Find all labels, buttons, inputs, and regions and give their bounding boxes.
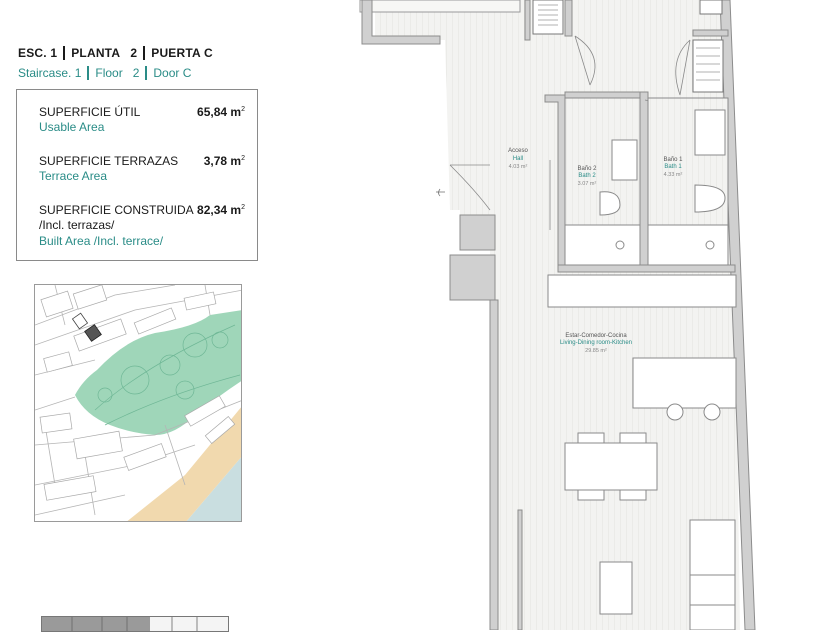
hall-label-en: Hall: [513, 156, 523, 162]
built-area-label-en: Built Area /Incl. terrace/: [39, 234, 164, 248]
bath-2-room: [564, 97, 641, 266]
floor-label-en: Floor 2: [95, 66, 140, 80]
door-label-es: PUERTA C: [151, 46, 213, 60]
staircase-label-en: Staircase. 1: [18, 66, 82, 80]
unit-header-en: Staircase. 1 Floor 2 Door C: [18, 66, 191, 80]
separator: [143, 46, 146, 60]
separator: [63, 46, 66, 60]
bath-2-label-es: Baño 2: [577, 166, 597, 172]
built-area-value: 82,34 m2: [197, 203, 245, 217]
usable-area-value: 65,84 m2: [197, 105, 245, 119]
living-label-en: Living-Dining room-Kitchen: [560, 340, 632, 346]
hall-label-es: Acceso: [508, 148, 528, 154]
bath-2-area: 3.07 m²: [578, 181, 597, 187]
floor-label-es: PLANTA 2: [71, 46, 138, 60]
unit-header: ESC. 1 PLANTA 2 PUERTA C: [18, 46, 213, 60]
staircase-label-es: ESC. 1: [18, 46, 58, 60]
bath-1-room: [647, 97, 729, 266]
location-map: [34, 284, 242, 522]
bath-1-label-es: Baño 1: [663, 157, 683, 163]
dining-table: [564, 432, 658, 501]
terrace-area-row: SUPERFICIE TERRAZAS Terrace Area 3,78 m2: [39, 154, 245, 184]
built-area-row: SUPERFICIE CONSTRUIDA /Incl. terrazas/ B…: [39, 203, 245, 249]
terrace-area-value: 3,78 m2: [203, 154, 245, 168]
floor-plan: Acceso Hall 4.03 m² Baño 2 Bath 2 3.07 m…: [359, 0, 756, 630]
bath-2-label-en: Bath 2: [578, 173, 596, 179]
entrance-arrow-icon: [436, 188, 445, 197]
usable-area-row: SUPERFICIE ÚTIL Usable Area 65,84 m2: [39, 105, 245, 135]
built-area-label-2: /Incl. terrazas/: [39, 218, 115, 232]
area-summary-box: SUPERFICIE ÚTIL Usable Area 65,84 m2 SUP…: [16, 89, 258, 261]
bath-1-label-en: Bath 1: [664, 164, 682, 170]
terrace-area-label-en: Terrace Area: [39, 169, 108, 183]
separator: [145, 66, 148, 80]
hall-area: 4.03 m²: [509, 164, 528, 170]
living-area: 29.85 m²: [585, 348, 607, 354]
door-label-en: Door C: [153, 66, 192, 80]
living-label-es: Estar-Comedor-Cocina: [565, 333, 627, 339]
separator: [87, 66, 90, 80]
usable-area-label-en: Usable Area: [39, 120, 105, 134]
bath-1-area: 4.33 m²: [664, 172, 683, 178]
location-map-drawing: [35, 285, 241, 521]
